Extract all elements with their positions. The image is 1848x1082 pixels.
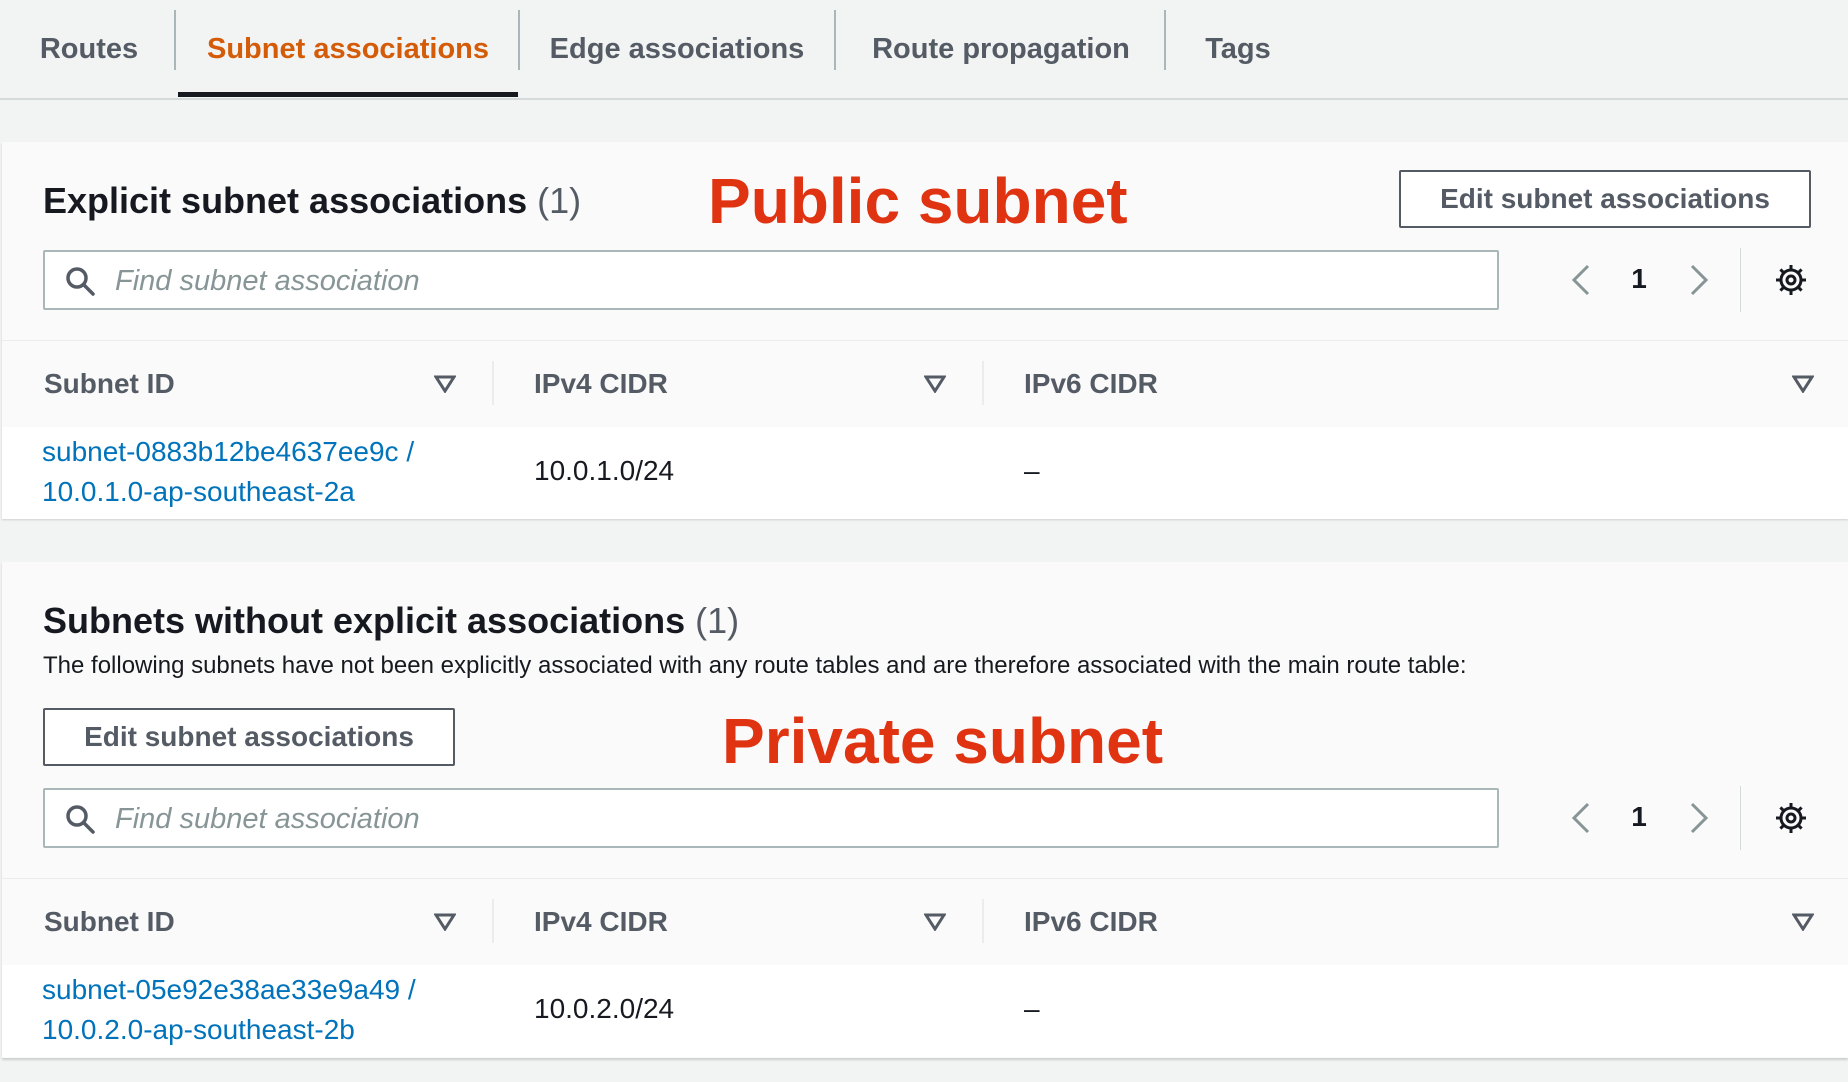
column-divider <box>982 361 984 405</box>
implicit-associations-panel: Subnets without explicit associations (1)… <box>2 562 1848 1058</box>
pager-divider <box>1740 786 1741 850</box>
column-header-subnet-id[interactable]: Subnet ID <box>44 341 175 427</box>
panel-title: Explicit subnet associations (1) <box>43 180 581 222</box>
panel-title-text: Explicit subnet associations <box>43 180 528 221</box>
private-subnet-annotation: Private subnet <box>722 705 1164 777</box>
explicit-associations-panel: Explicit subnet associations (1) Public s… <box>2 142 1848 519</box>
tab-divider <box>1164 10 1166 70</box>
search-field[interactable] <box>43 788 1499 848</box>
column-header-ipv6-cidr[interactable]: IPv6 CIDR <box>1024 879 1158 965</box>
sort-icon[interactable] <box>924 375 946 393</box>
tab-edge-associations[interactable]: Edge associations <box>522 0 832 98</box>
subnet-id-text: subnet-05e92e38ae33e9a49 / <box>42 974 416 1005</box>
panel-title: Subnets without explicit associations (1) <box>43 600 739 642</box>
tab-tags[interactable]: Tags <box>1168 0 1308 98</box>
sort-icon[interactable] <box>1792 913 1814 931</box>
tab-divider <box>834 10 836 70</box>
tab-divider <box>518 10 520 70</box>
panel-title-text: Subnets without explicit associations <box>43 600 686 641</box>
edit-subnet-associations-button[interactable]: Edit subnet associations <box>1399 170 1811 228</box>
tab-route-propagation[interactable]: Route propagation <box>838 0 1164 98</box>
column-divider <box>982 899 984 943</box>
table-row: subnet-05e92e38ae33e9a49 / 10.0.2.0-ap-s… <box>2 965 1848 1057</box>
panel-description: The following subnets have not been expl… <box>43 652 1467 679</box>
subnet-id-link[interactable]: subnet-05e92e38ae33e9a49 / 10.0.2.0-ap-s… <box>42 970 416 1050</box>
sort-icon[interactable] <box>924 913 946 931</box>
gear-icon[interactable] <box>1774 801 1808 835</box>
sort-icon[interactable] <box>1792 375 1814 393</box>
table-header: Subnet ID IPv4 CIDR IPv6 CIDR <box>2 878 1848 966</box>
next-page-icon[interactable] <box>1682 798 1714 838</box>
column-divider <box>492 899 494 943</box>
ipv4-cidr-value: 10.0.2.0/24 <box>534 993 675 1024</box>
table-header: Subnet ID IPv4 CIDR IPv6 CIDR <box>2 340 1848 428</box>
column-header-ipv4-cidr[interactable]: IPv4 CIDR <box>534 341 668 427</box>
subnet-id-text: subnet-0883b12be4637ee9c / <box>42 436 415 467</box>
page-number[interactable]: 1 <box>1624 801 1654 833</box>
tab-routes[interactable]: Routes <box>14 0 164 98</box>
search-field[interactable] <box>43 250 1499 310</box>
ipv4-cidr-value: 10.0.1.0/24 <box>534 455 675 486</box>
subnet-name-text: 10.0.1.0-ap-southeast-2a <box>42 476 355 507</box>
gear-icon[interactable] <box>1774 263 1808 297</box>
edit-subnet-associations-button[interactable]: Edit subnet associations <box>43 708 455 766</box>
subnet-name-text: 10.0.2.0-ap-southeast-2b <box>42 1014 355 1045</box>
panel-count: (1) <box>537 180 582 221</box>
ipv6-cidr-value: – <box>1024 455 1040 486</box>
active-tab-indicator <box>178 92 518 97</box>
pager-divider <box>1740 248 1741 312</box>
subnet-id-link[interactable]: subnet-0883b12be4637ee9c / 10.0.1.0-ap-s… <box>42 432 414 512</box>
column-header-ipv4-cidr[interactable]: IPv4 CIDR <box>534 879 668 965</box>
search-input[interactable] <box>113 796 1479 842</box>
page-number[interactable]: 1 <box>1624 263 1654 295</box>
previous-page-icon[interactable] <box>1566 798 1598 838</box>
panel-count: (1) <box>695 600 740 641</box>
tab-divider <box>174 10 176 70</box>
column-header-subnet-id[interactable]: Subnet ID <box>44 879 175 965</box>
sort-icon[interactable] <box>434 913 456 931</box>
table-row: subnet-0883b12be4637ee9c / 10.0.1.0-ap-s… <box>2 427 1848 519</box>
search-icon <box>66 267 95 296</box>
next-page-icon[interactable] <box>1682 260 1714 300</box>
search-input[interactable] <box>113 258 1479 304</box>
ipv6-cidr-value: – <box>1024 993 1040 1024</box>
tab-bar: Routes Subnet associations Edge associat… <box>0 0 1848 100</box>
public-subnet-annotation: Public subnet <box>708 165 1128 237</box>
search-icon <box>66 805 95 834</box>
previous-page-icon[interactable] <box>1566 260 1598 300</box>
column-divider <box>492 361 494 405</box>
tab-subnet-associations[interactable]: Subnet associations <box>178 0 518 98</box>
sort-icon[interactable] <box>434 375 456 393</box>
column-header-ipv6-cidr[interactable]: IPv6 CIDR <box>1024 341 1158 427</box>
